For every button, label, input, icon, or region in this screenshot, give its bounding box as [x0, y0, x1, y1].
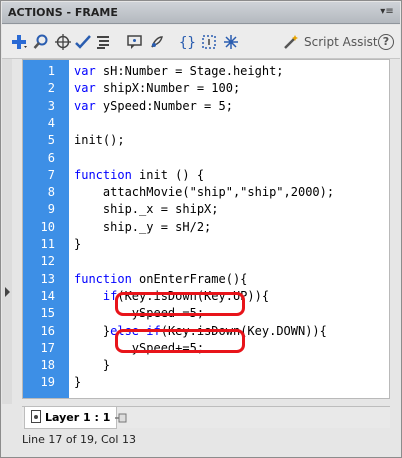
line-number: 14 — [40, 288, 55, 303]
collapse-selection-icon[interactable] — [200, 33, 218, 51]
help-icon[interactable]: ? — [378, 34, 394, 50]
layer-tab-label: Layer 1 : 1 — [45, 411, 111, 424]
line-number: 8 — [47, 185, 55, 200]
code-text[interactable]: function init () { — [74, 167, 204, 184]
script-assist-button[interactable]: Script Assist — [282, 33, 378, 51]
code-text[interactable]: ship._y = sH/2; — [74, 219, 211, 236]
code-line[interactable]: 13 function onEnterFrame(){ — [23, 271, 389, 288]
code-line[interactable]: 11} — [23, 236, 389, 253]
actions-panel: ACTIONS - FRAME ▾≡ {} Script Assist ? 1 … — [0, 0, 402, 458]
cursor-position-status: Line 17 of 19, Col 13 — [22, 433, 136, 446]
actionscript-file-icon — [31, 409, 41, 426]
code-text[interactable]: } — [74, 357, 110, 374]
line-number: 9 — [47, 202, 55, 217]
auto-format-icon[interactable] — [94, 33, 112, 51]
insert-target-path-icon[interactable] — [54, 33, 72, 51]
code-text[interactable]: attachMovie("ship","ship",2000); — [74, 184, 334, 201]
line-number: 12 — [40, 254, 55, 269]
debug-options-icon[interactable] — [148, 33, 166, 51]
code-text[interactable]: function onEnterFrame(){ — [74, 271, 247, 288]
svg-text:{}: {} — [179, 35, 195, 50]
code-line[interactable]: 3 var ySpeed:Number = 5; — [23, 98, 389, 115]
line-number: 3 — [47, 98, 55, 113]
script-assist-label: Script Assist — [304, 35, 378, 49]
layer-tab[interactable]: Layer 1 : 1 — [24, 407, 118, 429]
highlight-box-line-17 — [115, 329, 245, 353]
add-script-item-icon[interactable] — [10, 33, 28, 51]
code-text[interactable]: init(); — [74, 132, 125, 149]
show-code-hint-icon[interactable] — [126, 33, 144, 51]
code-line[interactable]: 19} — [23, 374, 389, 391]
code-text[interactable]: var ySpeed:Number = 5; — [74, 98, 233, 115]
status-bar: Line 17 of 19, Col 13 — [22, 431, 390, 449]
line-number: 11 — [40, 237, 55, 251]
code-text[interactable]: var sH:Number = Stage.height; — [74, 63, 284, 80]
code-text[interactable]: } — [74, 236, 81, 253]
code-line[interactable]: 10 ship._y = sH/2; — [23, 219, 389, 236]
find-icon[interactable] — [32, 33, 50, 51]
magic-wand-icon — [282, 33, 300, 51]
collapse-between-braces-icon[interactable]: {} — [178, 33, 196, 51]
line-number: 13 — [40, 271, 55, 286]
check-syntax-icon[interactable] — [74, 33, 92, 51]
actions-toolbar: {} Script Assist ? — [2, 25, 400, 59]
script-tab-bar: Layer 1 : 1 — [22, 406, 390, 429]
line-number: 4 — [47, 115, 55, 130]
line-number: 16 — [40, 323, 55, 338]
line-number: 17 — [40, 340, 55, 355]
code-line[interactable]: 4 — [23, 115, 389, 132]
code-line[interactable]: 18 } — [23, 357, 389, 374]
code-text[interactable]: } — [74, 374, 81, 391]
code-text[interactable]: var shipX:Number = 100; — [74, 80, 240, 97]
line-number: 1 — [47, 64, 55, 78]
highlight-box-line-15 — [115, 292, 245, 316]
line-number: 5 — [47, 133, 55, 148]
line-number: 10 — [40, 219, 55, 234]
line-number: 15 — [40, 306, 55, 321]
line-number: 6 — [47, 150, 55, 165]
line-number: 7 — [47, 167, 55, 182]
expand-all-icon[interactable] — [222, 33, 240, 51]
code-line[interactable]: 7 function init () { — [23, 167, 389, 184]
pin-script-icon[interactable] — [114, 411, 128, 425]
line-number: 19 — [40, 375, 55, 390]
code-line[interactable]: 9 ship._x = shipX; — [23, 201, 389, 218]
code-line[interactable]: 12 — [23, 253, 389, 270]
expand-toolbox-icon[interactable] — [5, 287, 10, 297]
line-number: 18 — [40, 358, 55, 373]
code-line[interactable]: 1 var sH:Number = Stage.height; — [23, 63, 389, 80]
panel-title: ACTIONS - FRAME — [8, 6, 118, 19]
script-editor[interactable]: 1 var sH:Number = Stage.height; 2 var shipX… — [22, 59, 390, 399]
code-line[interactable]: 8 attachMovie("ship","ship",2000); — [23, 184, 389, 201]
code-line[interactable]: 6 — [23, 150, 389, 167]
panel-menu-icon[interactable]: ▾≡ — [380, 5, 394, 19]
code-text[interactable]: ship._x = shipX; — [74, 201, 219, 218]
line-number: 2 — [47, 81, 55, 96]
panel-title-bar[interactable]: ACTIONS - FRAME ▾≡ — [2, 2, 400, 24]
actions-toolbox-collapsed[interactable] — [2, 59, 12, 404]
code-line[interactable]: 2 var shipX:Number = 100; — [23, 80, 389, 97]
code-line[interactable]: 5 init(); — [23, 132, 389, 149]
